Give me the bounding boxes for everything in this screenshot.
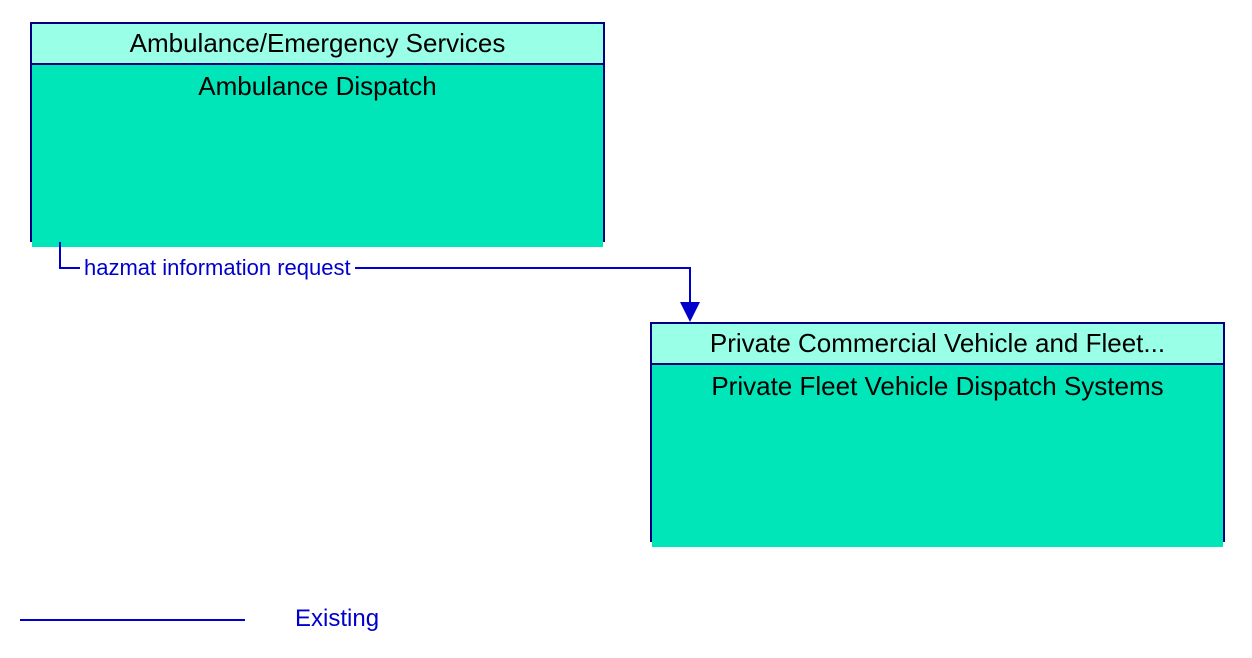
legend-label-existing: Existing xyxy=(295,605,379,633)
flow-label: hazmat information request xyxy=(80,255,355,281)
node-body: Ambulance Dispatch xyxy=(32,65,603,247)
node-private-fleet-dispatch[interactable]: Private Commercial Vehicle and Fleet... … xyxy=(650,322,1225,542)
legend-line-existing xyxy=(20,619,245,621)
node-ambulance-dispatch[interactable]: Ambulance/Emergency Services Ambulance D… xyxy=(30,22,605,242)
node-header: Private Commercial Vehicle and Fleet... xyxy=(652,324,1223,365)
node-body: Private Fleet Vehicle Dispatch Systems xyxy=(652,365,1223,547)
node-header: Ambulance/Emergency Services xyxy=(32,24,603,65)
